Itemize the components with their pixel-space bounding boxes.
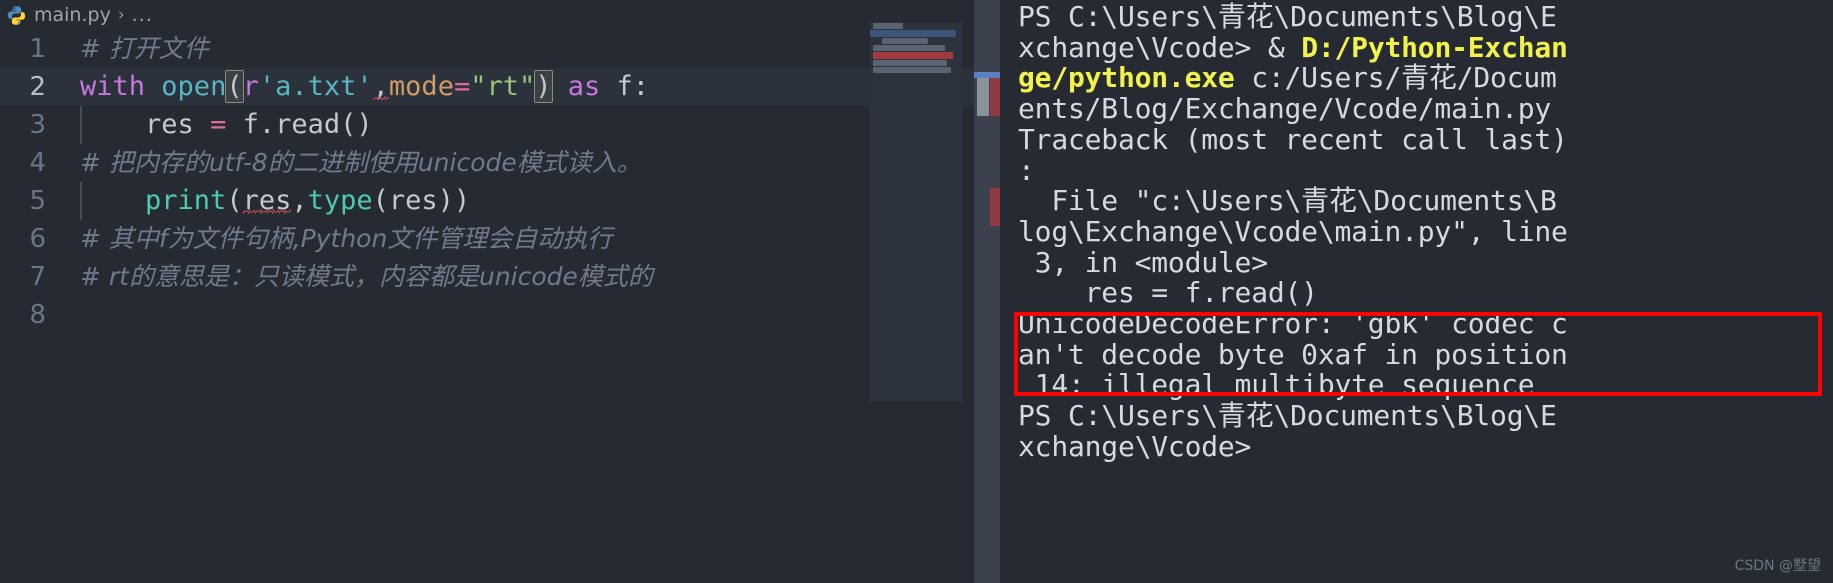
token-string-rt: "rt" xyxy=(470,71,536,102)
editor-pane[interactable]: main.py › ... 1 # 打开文件 2 with open(r'a.t… xyxy=(0,0,1000,583)
token-var-f: f: xyxy=(600,71,650,102)
editor-scrollbar[interactable] xyxy=(974,0,1000,583)
terminal-line: PS C:\Users\青花\Documents\Blog\E xyxy=(1018,0,1833,33)
terminal-text: res = f.read() xyxy=(1018,276,1318,310)
terminal-line: res = f.read() xyxy=(1018,276,1833,310)
line-number: 7 xyxy=(29,262,46,292)
token-keyword-with: with xyxy=(80,71,146,102)
terminal-path-highlight: D:/Python-Exchan xyxy=(1301,30,1568,64)
minimap-line xyxy=(873,60,947,66)
token-param-mode: mode xyxy=(388,71,454,102)
token-var-res: res xyxy=(145,109,194,140)
token-string: 'a.txt' xyxy=(258,71,373,102)
breadcrumb[interactable]: main.py › ... xyxy=(0,0,1000,30)
code-line[interactable]: 8 xyxy=(0,296,1000,334)
scrollbar-error-marker xyxy=(990,78,1000,116)
breadcrumb-more[interactable]: ... xyxy=(132,4,153,26)
terminal-text: xchange\Vcode> & xyxy=(1018,30,1302,64)
scrollbar-thumb[interactable] xyxy=(977,78,989,116)
code-line[interactable]: 7 # rt的意思是：只读模式，内容都是unicode模式的 xyxy=(0,258,1000,296)
minimap-line-error xyxy=(873,52,953,59)
code-line[interactable]: 3 res = f.read() xyxy=(0,106,1000,144)
line-number: 3 xyxy=(29,110,46,140)
terminal-line: : xyxy=(1018,153,1833,187)
minimap-content[interactable] xyxy=(870,22,962,132)
line-content: # 其中f为文件句柄,Python文件管理会自动执行 xyxy=(80,224,613,253)
line-number: 5 xyxy=(29,186,46,216)
token-builtin-print: print xyxy=(145,185,227,216)
breadcrumb-file[interactable]: main.py xyxy=(34,4,111,26)
token-var-res-error: res xyxy=(242,185,292,216)
scrollbar-error-marker xyxy=(990,188,1000,226)
terminal-line: ents/Blog/Exchange/Vcode/main.py xyxy=(1018,92,1833,126)
token-comma-warning: , xyxy=(372,71,389,102)
terminal-line: log\Exchange\Vcode\main.py", line xyxy=(1018,214,1833,248)
terminal-line-prompt[interactable]: xchange\Vcode> xyxy=(1018,429,1833,463)
code-area[interactable]: 1 # 打开文件 2 with open(r'a.txt',mode="rt")… xyxy=(0,30,1000,334)
line-content: # 把内存的utf-8的二进制使用unicode模式读入。 xyxy=(80,148,642,177)
code-line[interactable]: 6 # 其中f为文件句柄,Python文件管理会自动执行 xyxy=(0,220,1000,258)
line-content: # rt的意思是：只读模式，内容都是unicode模式的 xyxy=(80,262,653,291)
line-number: 4 xyxy=(29,148,46,178)
error-highlight-box xyxy=(1014,312,1822,396)
chevron-right-icon: › xyxy=(117,5,125,25)
terminal-text: Traceback (most recent call last) xyxy=(1018,122,1568,156)
token-comma: , xyxy=(291,185,308,216)
line-content: with open(r'a.txt',mode="rt") as f: xyxy=(80,68,649,106)
watermark: CSDN @墅望 xyxy=(1734,558,1821,574)
terminal-text: PS C:\Users\青花\Documents\Blog\E xyxy=(1018,0,1557,33)
code-line[interactable]: 1 # 打开文件 xyxy=(0,30,1000,68)
terminal-text: xchange\Vcode> xyxy=(1018,429,1252,463)
line-number: 8 xyxy=(29,300,46,330)
terminal-text: log\Exchange\Vcode\main.py", line xyxy=(1018,214,1568,248)
token-builtin-type: type xyxy=(307,185,373,216)
line-content: print(res,type(res)) xyxy=(80,182,470,220)
token-bracket-close: ) xyxy=(534,70,553,103)
python-file-icon xyxy=(6,5,27,26)
line-number: 1 xyxy=(29,34,46,64)
terminal-line: File "c:\Users\青花\Documents\B xyxy=(1018,184,1833,218)
token-raw-prefix: r xyxy=(242,71,259,102)
terminal-line: Traceback (most recent call last) xyxy=(1018,122,1833,156)
terminal-line: xchange\Vcode> & D:/Python-Exchan xyxy=(1018,30,1833,64)
minimap-line xyxy=(873,67,951,73)
terminal-line: 3, in <module> xyxy=(1018,245,1833,279)
terminal-text: : xyxy=(1018,153,1035,187)
minimap-line xyxy=(873,23,903,29)
token-assign: = xyxy=(210,109,227,140)
token-equals: = xyxy=(453,71,471,102)
token-args: (res)) xyxy=(372,185,471,216)
terminal-panel[interactable]: PS C:\Users\青花\Documents\Blog\E xchange\… xyxy=(1000,0,1833,583)
minimap-line xyxy=(882,38,928,44)
code-line[interactable]: 5 print(res,type(res)) xyxy=(0,182,1000,220)
terminal-text: File "c:\Users\青花\Documents\B xyxy=(1018,184,1557,218)
line-number: 6 xyxy=(29,224,46,254)
code-line-active[interactable]: 2 with open(r'a.txt',mode="rt") as f: xyxy=(0,68,1000,106)
code-line[interactable]: 4 # 把内存的utf-8的二进制使用unicode模式读入。 xyxy=(0,144,1000,182)
terminal-text: c:/Users/青花/Docum xyxy=(1234,61,1557,95)
token-bracket-open: ( xyxy=(225,70,244,103)
terminal-text: ents/Blog/Exchange/Vcode/main.py xyxy=(1018,92,1552,126)
vscode-window: main.py › ... 1 # 打开文件 2 with open(r'a.t… xyxy=(0,0,1833,583)
token-keyword-as: as xyxy=(567,71,601,102)
terminal-path-highlight: ge/python.exe xyxy=(1018,61,1235,95)
terminal-line: ge/python.exe c:/Users/青花/Docum xyxy=(1018,63,1833,94)
terminal-line: PS C:\Users\青花\Documents\Blog\E xyxy=(1018,399,1833,433)
minimap-line-active xyxy=(870,30,956,37)
terminal-text: 3, in <module> xyxy=(1018,245,1268,279)
token-function-open: open xyxy=(161,71,227,102)
line-content: # 打开文件 xyxy=(80,34,209,63)
token-paren: ( xyxy=(226,185,243,216)
line-number: 2 xyxy=(29,72,46,102)
terminal-text: PS C:\Users\青花\Documents\Blog\E xyxy=(1018,399,1557,433)
token-call-read: f.read() xyxy=(242,109,373,140)
minimap-line xyxy=(873,45,945,51)
line-content: res = f.read() xyxy=(80,106,373,144)
